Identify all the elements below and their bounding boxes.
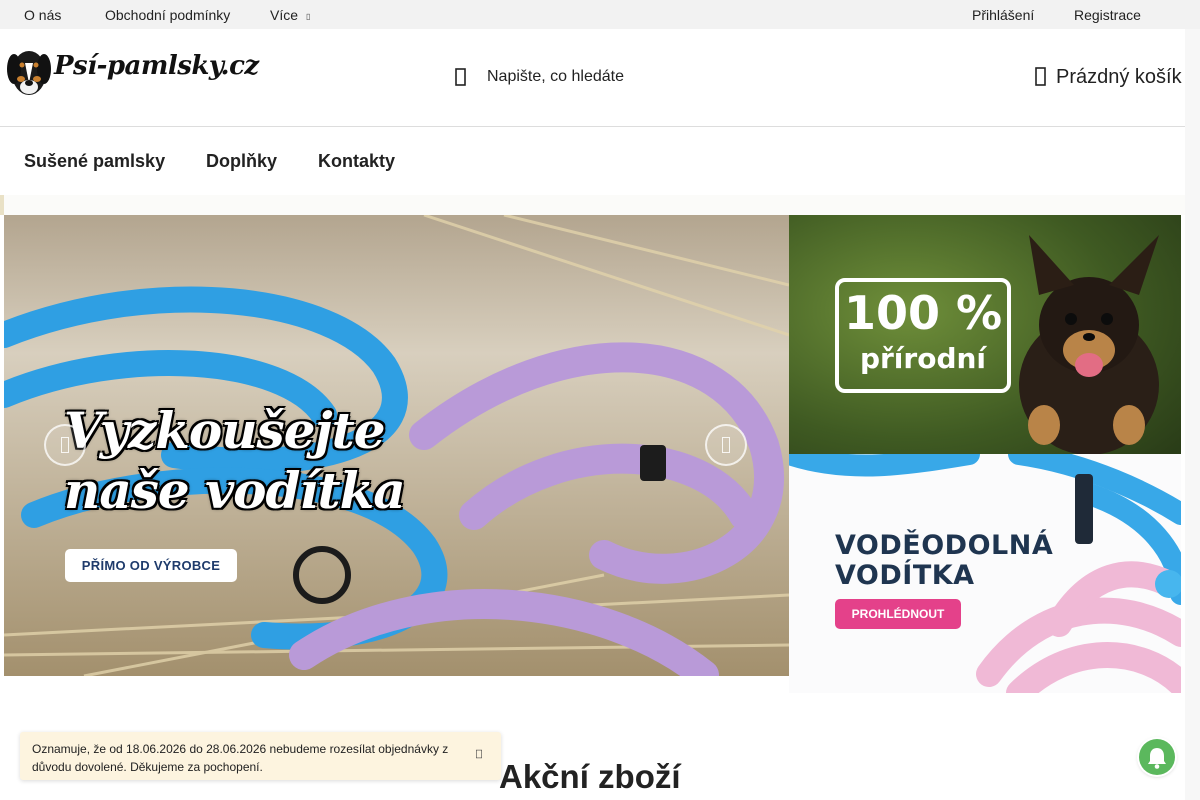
nav-item-accessories[interactable]: Doplňky (206, 151, 277, 172)
carousel-headline-line2: naše vodítka (64, 461, 406, 520)
topbar-link-terms[interactable]: Obchodní podmínky (105, 7, 230, 23)
carousel-headline: Vyzkoušejte naše vodítka (64, 401, 406, 521)
leashes-title-line2: VODÍTKA (835, 560, 975, 591)
search-placeholder: Napište, co hledáte (487, 68, 624, 85)
vacation-notice: Oznamuje, že od 18.06.2026 do 28.06.2026… (20, 732, 501, 780)
carousel-headline-line1: Vyzkoušejte (64, 401, 386, 460)
arrow-left-icon (61, 437, 69, 453)
cart-button[interactable]: Prázdný košík (1034, 63, 1194, 93)
nav-item-contacts[interactable]: Kontakty (318, 151, 395, 172)
site-header: Psí-pamlsky.cz Napište, co hledáte Prázd… (0, 29, 1200, 127)
chevron-down-icon: ▯ (306, 11, 311, 21)
main-navigation: Sušené pamlsky Doplňky Kontakty (0, 127, 1185, 195)
top-utility-bar: O nás Obchodní podmínky Více ▯ Přihlášení… (0, 0, 1200, 29)
search-box[interactable]: Napište, co hledáte (452, 63, 712, 91)
cart-icon (1034, 66, 1048, 88)
dog-logo-icon (7, 51, 51, 95)
leashes-title-line1: VODĚODOLNÁ (835, 530, 1054, 561)
natural-stamp: 100 % přírodní (835, 278, 1011, 393)
hero-spacer (0, 195, 1185, 215)
cart-label: Prázdný košík (1056, 66, 1182, 88)
hero-carousel[interactable]: Vyzkoušejte naše vodítka PŘÍMO OD VÝROBC… (4, 215, 789, 676)
topbar-more-dropdown[interactable]: Více ▯ (270, 7, 310, 23)
topbar-link-about[interactable]: O nás (24, 7, 61, 23)
site-logo[interactable]: Psí-pamlsky.cz (6, 43, 259, 101)
register-link[interactable]: Registrace (1074, 7, 1141, 23)
section-title-sale: Akční zboží (499, 758, 681, 795)
close-icon[interactable] (476, 749, 482, 759)
natural-stamp-word: přírodní (859, 342, 987, 375)
leashes-browse-button[interactable]: PROHLÉDNOUT (835, 599, 961, 629)
search-icon (452, 66, 470, 88)
banner-natural[interactable]: 100 % přírodní (789, 215, 1181, 454)
natural-stamp-percent: 100 % (843, 286, 1003, 340)
notice-text: Oznamuje, že od 18.06.2026 do 28.06.2026… (32, 742, 449, 774)
nav-item-dried-treats[interactable]: Sušené pamlsky (24, 151, 165, 172)
page-edge (1185, 29, 1200, 800)
notification-bell-button[interactable] (1139, 739, 1175, 775)
login-link[interactable]: Přihlášení (972, 7, 1034, 23)
arrow-right-icon (722, 437, 730, 453)
carousel-next-button[interactable] (705, 424, 747, 466)
bell-icon (1148, 748, 1166, 769)
topbar-more-label: Více (270, 7, 299, 23)
banner-waterproof-leashes[interactable]: VODĚODOLNÁ VODÍTKA PROHLÉDNOUT (789, 454, 1181, 693)
carousel-prev-button[interactable] (44, 424, 86, 466)
carousel-cta-button[interactable]: PŘÍMO OD VÝROBCE (65, 549, 237, 582)
logo-text: Psí-pamlsky.cz (54, 51, 259, 81)
